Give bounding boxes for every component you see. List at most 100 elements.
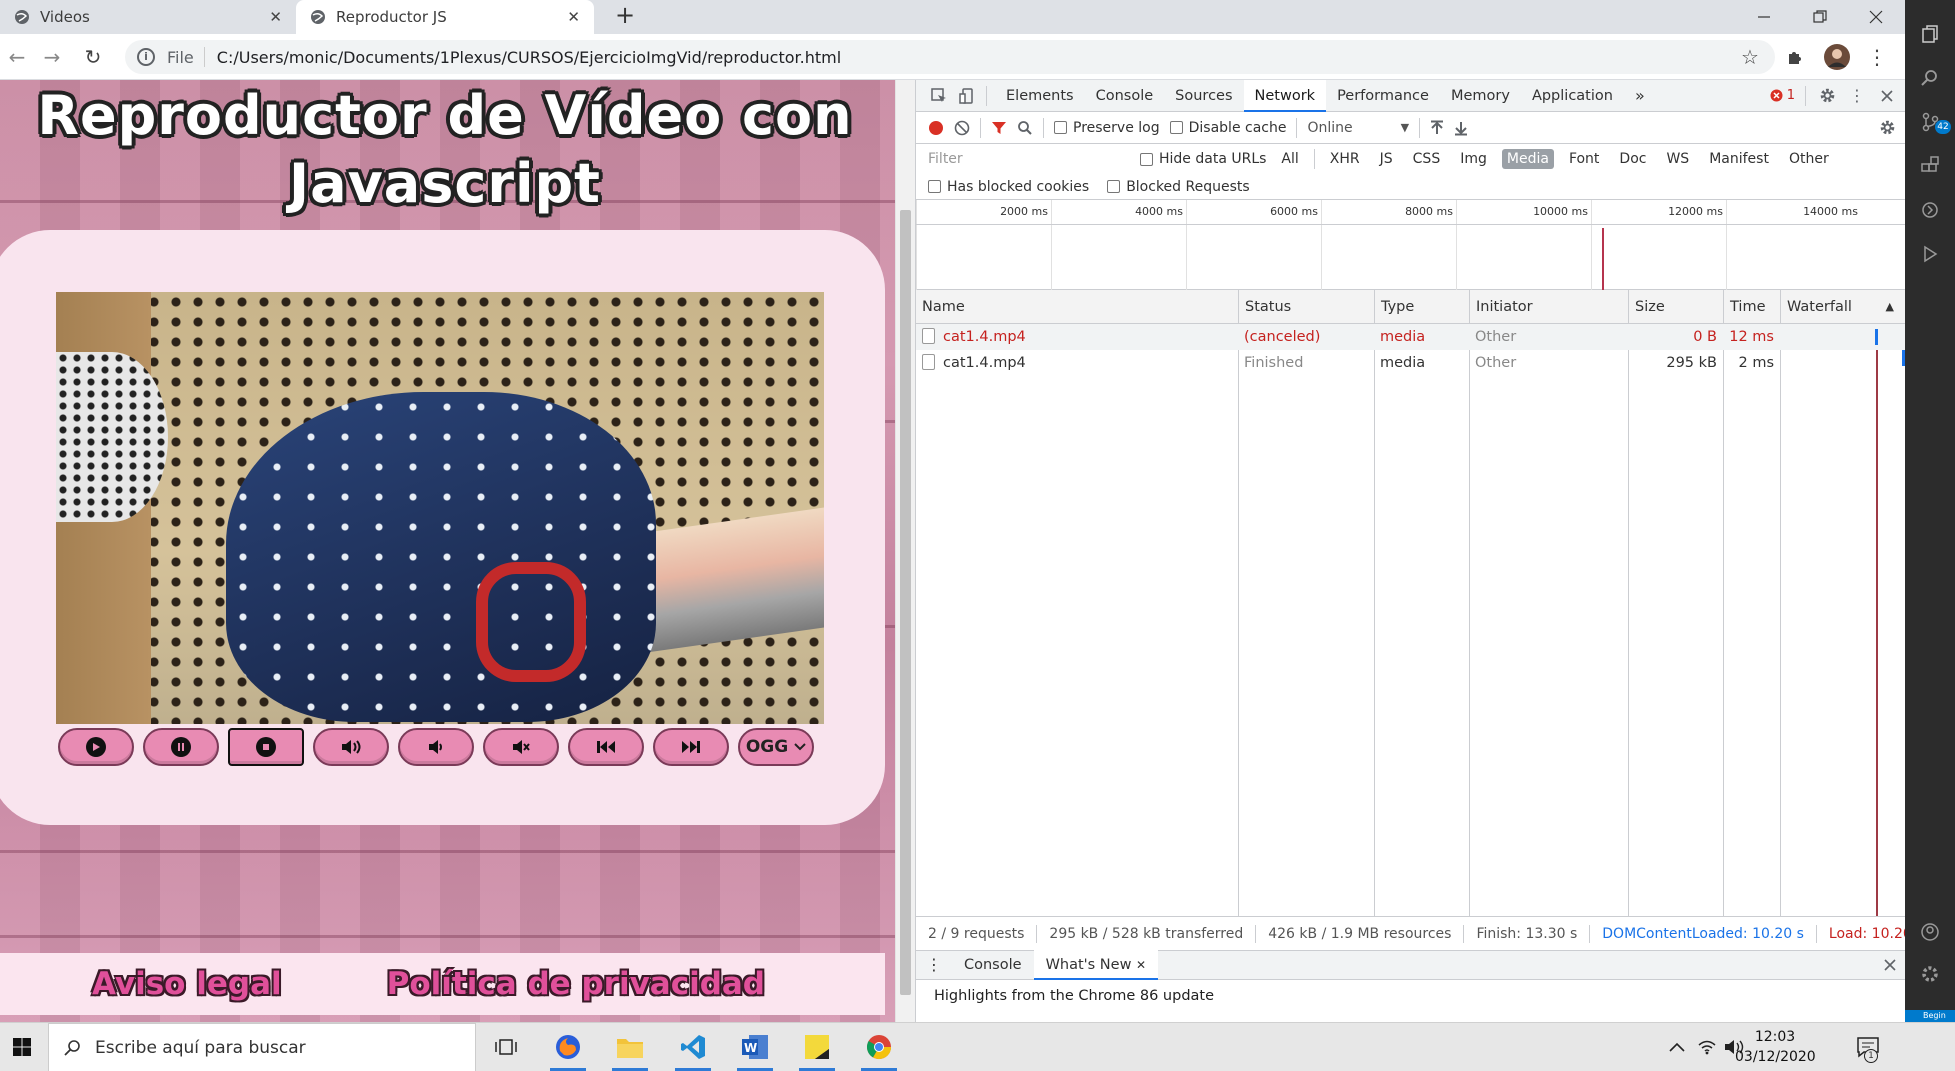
tab-memory[interactable]: Memory [1440, 80, 1521, 112]
forward-button[interactable] [653, 728, 729, 766]
column-initiator[interactable]: Initiator [1469, 290, 1628, 324]
manage-gear-icon[interactable] [1918, 962, 1942, 986]
request-name-cell[interactable]: cat1.4.mp4 [916, 350, 1238, 376]
scrollbar-thumb[interactable] [900, 210, 911, 995]
checkbox-box[interactable] [1107, 180, 1121, 193]
preserve-log-checkbox[interactable]: Preserve log [1054, 120, 1160, 136]
disable-cache-checkbox[interactable]: Disable cache [1169, 120, 1286, 136]
throttling-select[interactable]: Online ▼ [1307, 120, 1409, 136]
filter-type-media[interactable]: Media [1501, 149, 1554, 169]
record-icon[interactable] [928, 120, 944, 136]
more-tabs-button[interactable]: » [1624, 80, 1656, 112]
browser-tab-videos[interactable]: Videos ✕ [0, 0, 296, 34]
explorer-files-icon[interactable] [1918, 22, 1942, 46]
bookmark-star-icon[interactable]: ☆ [1735, 42, 1765, 72]
column-name[interactable]: Name [916, 290, 1238, 324]
inspect-element-icon[interactable] [928, 85, 950, 107]
filter-type-other[interactable]: Other [1784, 149, 1834, 169]
filter-input[interactable]: Filter [922, 148, 1130, 170]
device-toolbar-icon[interactable] [956, 85, 978, 107]
volume-up-button[interactable] [313, 728, 389, 766]
column-status[interactable]: Status [1238, 290, 1374, 324]
browser-tab-reproductor[interactable]: Reproductor JS ✕ [296, 0, 594, 34]
filter-type-all[interactable]: All [1276, 149, 1303, 169]
network-overview-timeline[interactable]: 2000 ms 4000 ms 6000 ms 8000 ms 10000 ms… [916, 200, 1906, 290]
rewind-button[interactable] [568, 728, 644, 766]
task-view-icon[interactable] [484, 1029, 528, 1065]
forward-arrow-icon[interactable]: → [37, 42, 67, 72]
stop-button[interactable] [228, 728, 304, 766]
close-tab-icon[interactable]: ✕ [269, 8, 282, 26]
tab-elements[interactable]: Elements [995, 80, 1085, 112]
mute-button[interactable] [483, 728, 559, 766]
filter-type-manifest[interactable]: Manifest [1704, 149, 1774, 169]
reload-icon[interactable]: ↻ [78, 42, 108, 72]
export-har-icon[interactable] [1454, 120, 1468, 136]
error-counter[interactable]: 1 [1770, 88, 1795, 103]
sticky-notes-icon[interactable] [795, 1029, 839, 1071]
video-player[interactable] [56, 292, 824, 724]
close-tab-icon[interactable]: ✕ [567, 8, 580, 26]
filter-type-xhr[interactable]: XHR [1325, 149, 1365, 169]
legal-notice-link[interactable]: Aviso legal [92, 966, 282, 1002]
column-size[interactable]: Size [1628, 290, 1723, 324]
request-name-cell[interactable]: cat1.4.mp4 [916, 324, 1238, 350]
chrome-icon[interactable] [857, 1029, 901, 1071]
vscode-icon[interactable] [671, 1029, 715, 1071]
file-explorer-icon[interactable] [608, 1029, 652, 1071]
hide-data-urls-checkbox[interactable]: Hide data URLs [1140, 151, 1266, 167]
profile-avatar[interactable] [1822, 42, 1852, 72]
close-devtools-icon[interactable] [1876, 85, 1898, 107]
import-har-icon[interactable] [1430, 120, 1444, 136]
close-tab-icon[interactable]: ✕ [1136, 958, 1146, 972]
drawer-tab-console[interactable]: Console [952, 950, 1034, 980]
tab-sources[interactable]: Sources [1164, 80, 1243, 112]
tab-application[interactable]: Application [1521, 80, 1624, 112]
firefox-icon[interactable] [546, 1029, 590, 1071]
settings-gear-icon[interactable] [1816, 85, 1838, 107]
back-arrow-icon[interactable]: ← [2, 42, 32, 72]
filter-type-img[interactable]: Img [1455, 149, 1492, 169]
filter-funnel-icon[interactable] [991, 120, 1007, 136]
play-button[interactable] [58, 728, 134, 766]
column-time[interactable]: Time [1723, 290, 1780, 324]
new-tab-button[interactable]: + [610, 2, 640, 32]
address-bar[interactable]: i File C:/Users/monic/Documents/1Plexus/… [125, 40, 1775, 74]
drawer-tab-whats-new[interactable]: What's New ✕ [1033, 950, 1159, 980]
network-settings-gear-icon[interactable] [1879, 119, 1896, 136]
privacy-policy-link[interactable]: Política de privacidad [387, 966, 765, 1002]
filter-type-doc[interactable]: Doc [1614, 149, 1651, 169]
close-drawer-icon[interactable] [1884, 959, 1896, 971]
info-icon[interactable]: i [137, 48, 155, 66]
checkbox-box[interactable] [1169, 121, 1183, 134]
filter-type-js[interactable]: JS [1375, 149, 1398, 169]
page-scrollbar[interactable] [895, 80, 915, 1022]
run-debug-icon[interactable] [1918, 242, 1942, 266]
tab-network[interactable]: Network [1243, 79, 1327, 112]
windows-start-icon[interactable] [0, 1029, 44, 1065]
extensions-puzzle-icon[interactable] [1780, 42, 1810, 72]
devtools-menu-icon[interactable]: ⋮ [1846, 85, 1868, 107]
format-select[interactable]: OGG [738, 728, 814, 766]
drawer-menu-icon[interactable]: ⋮ [916, 950, 952, 980]
remote-explorer-icon[interactable] [1918, 198, 1942, 222]
word-icon[interactable]: W [733, 1029, 777, 1071]
clear-icon[interactable] [954, 120, 970, 136]
taskbar-clock[interactable]: 12:03 03/12/2020 [1735, 1027, 1816, 1067]
table-row[interactable]: cat1.4.mp4 (canceled) media Other 0 B 12… [916, 324, 1906, 350]
restore-window-icon[interactable] [1792, 0, 1848, 34]
taskbar-search-box[interactable]: Escribe aquí para buscar [48, 1023, 476, 1071]
close-window-icon[interactable] [1848, 0, 1904, 34]
search-icon[interactable] [1918, 66, 1942, 90]
search-icon[interactable] [1017, 120, 1033, 136]
tab-console[interactable]: Console [1085, 80, 1165, 112]
browser-menu-icon[interactable]: ⋮ [1862, 42, 1892, 72]
checkbox-box[interactable] [1140, 152, 1153, 166]
column-waterfall[interactable]: Waterfall ▲ [1780, 290, 1906, 324]
pause-button[interactable] [143, 728, 219, 766]
account-icon[interactable] [1918, 920, 1942, 944]
checkbox-box[interactable] [928, 180, 941, 193]
filter-type-font[interactable]: Font [1564, 149, 1604, 169]
column-type[interactable]: Type [1374, 290, 1469, 324]
filter-type-ws[interactable]: WS [1661, 149, 1694, 169]
